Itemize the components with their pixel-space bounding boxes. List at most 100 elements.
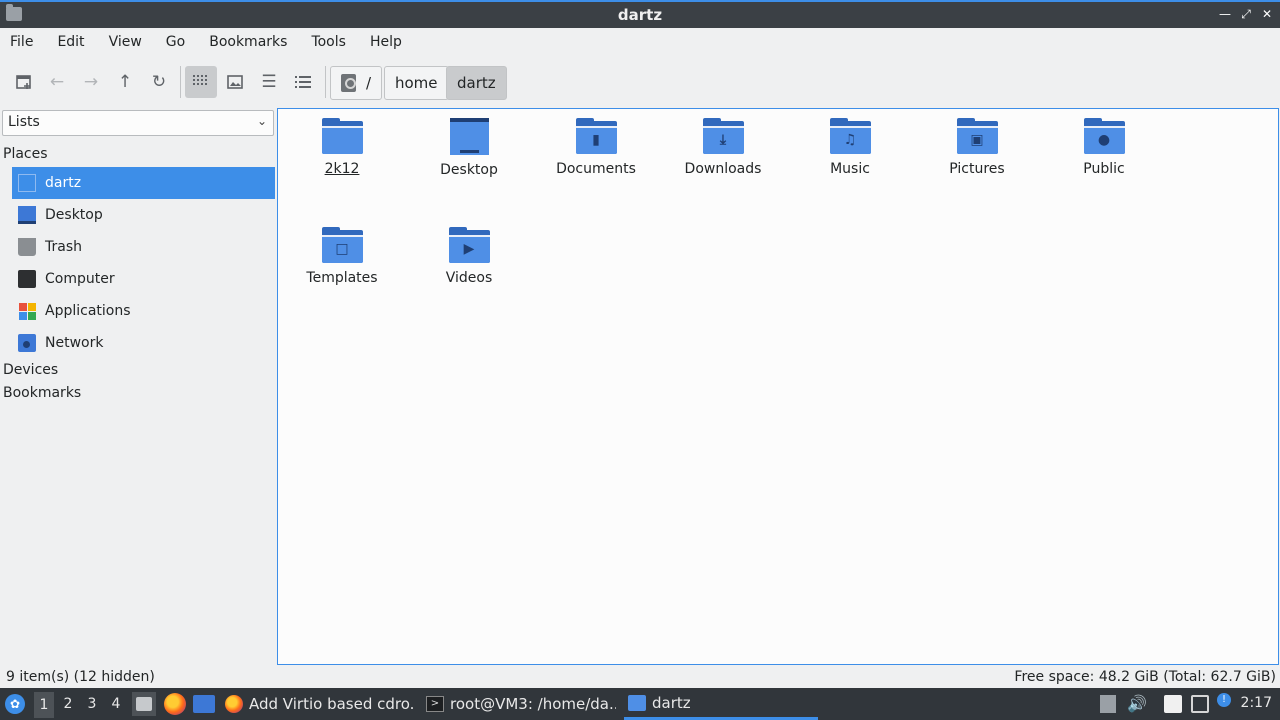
volume-icon[interactable]: 🔊 xyxy=(1127,695,1147,713)
place-item-dartz[interactable]: dartz xyxy=(12,167,275,199)
clock[interactable]: 2:17 xyxy=(1241,695,1272,711)
home-folder-icon xyxy=(18,174,36,192)
thumbnail-view-button[interactable] xyxy=(219,66,251,98)
file-item[interactable]: ● Public xyxy=(1044,109,1164,189)
places-section-header[interactable]: Places xyxy=(3,146,48,162)
show-desktop-button[interactable] xyxy=(132,692,156,716)
downloads-folder-icon: ⤓ xyxy=(702,118,744,154)
terminal-icon: > xyxy=(426,696,444,712)
side-pane: Lists ⌄ Places dartz Desktop Trash Compu… xyxy=(0,108,276,664)
place-item-label: Computer xyxy=(45,271,115,287)
place-item-label: Network xyxy=(45,335,104,351)
applications-icon xyxy=(18,302,36,320)
reload-icon: ↻ xyxy=(151,72,167,92)
new-tab-button[interactable] xyxy=(8,66,40,98)
window-title: dartz xyxy=(617,6,663,24)
file-name: 2k12 xyxy=(324,161,360,177)
toolbar: ← → ↑ ↻ ☰ / home dartz xyxy=(0,60,1280,104)
desktop-switch-2[interactable]: 2 xyxy=(58,696,78,712)
file-view[interactable]: 2k12 Desktop ▮ Documents ⤓ Downloads ♫ M… xyxy=(277,108,1279,665)
file-name: Downloads xyxy=(684,161,762,177)
place-item-label: Desktop xyxy=(45,207,103,223)
firefox-launcher-icon[interactable] xyxy=(164,693,186,715)
file-item[interactable]: ▮ Documents xyxy=(536,109,656,189)
path-segment-label: dartz xyxy=(457,74,496,92)
folder-icon xyxy=(321,118,363,154)
place-item-label: dartz xyxy=(45,175,82,191)
task-firefox[interactable]: Add Virtio based cdro... xyxy=(225,688,415,720)
place-item-applications[interactable]: Applications xyxy=(12,295,275,327)
network-icon xyxy=(18,334,36,352)
menu-view[interactable]: View xyxy=(109,34,142,50)
desktop-switch-4[interactable]: 4 xyxy=(106,696,126,712)
menu-edit[interactable]: Edit xyxy=(57,34,84,50)
notification-icon[interactable]: ! xyxy=(1217,693,1231,707)
start-menu-button[interactable]: ✿ xyxy=(5,694,25,714)
file-item[interactable]: Desktop xyxy=(409,109,529,189)
image-icon xyxy=(227,75,243,89)
task-terminal[interactable]: > root@VM3: /home/da... xyxy=(426,688,616,720)
place-item-computer[interactable]: Computer xyxy=(12,263,275,295)
minimize-icon[interactable]: — xyxy=(1216,5,1234,23)
menu-file[interactable]: File xyxy=(10,34,33,50)
templates-folder-icon: □ xyxy=(321,227,363,263)
folder-icon xyxy=(628,694,646,711)
desktop-switch-3[interactable]: 3 xyxy=(82,696,102,712)
place-item-network[interactable]: Network xyxy=(12,327,275,359)
menu-go[interactable]: Go xyxy=(166,34,185,50)
menu-bookmarks[interactable]: Bookmarks xyxy=(209,34,287,50)
side-pane-mode-select[interactable]: Lists ⌄ xyxy=(2,110,274,136)
file-item[interactable]: ▶ Videos xyxy=(409,218,529,298)
menu-help[interactable]: Help xyxy=(370,34,402,50)
restore-icon[interactable]: ⤢ xyxy=(1237,5,1255,23)
compact-list-icon: ☰ xyxy=(261,72,277,92)
status-bar: 9 item(s) (12 hidden) Free space: 48.2 G… xyxy=(0,666,1280,688)
arrow-right-icon: → xyxy=(83,72,99,92)
firefox-icon xyxy=(225,695,243,713)
bookmarks-section-header[interactable]: Bookmarks xyxy=(3,385,81,401)
file-item[interactable]: ♫ Music xyxy=(790,109,910,189)
item-count: 9 item(s) (12 hidden) xyxy=(6,669,155,685)
back-button[interactable]: ← xyxy=(41,66,73,98)
path-segment-home[interactable]: home xyxy=(384,66,449,100)
place-item-label: Trash xyxy=(45,239,82,255)
network-tray-icon[interactable] xyxy=(1191,695,1209,713)
close-icon[interactable]: ✕ xyxy=(1258,5,1276,23)
desktop-icon xyxy=(18,206,36,224)
pictures-folder-icon: ▣ xyxy=(956,118,998,154)
reload-button[interactable]: ↻ xyxy=(143,66,175,98)
path-root-button[interactable]: / xyxy=(330,66,382,100)
file-name: Public xyxy=(1083,161,1125,177)
detail-list-icon xyxy=(295,76,311,88)
documents-folder-icon: ▮ xyxy=(575,118,617,154)
place-item-desktop[interactable]: Desktop xyxy=(12,199,275,231)
icon-view-button[interactable] xyxy=(185,66,217,98)
clipboard-icon[interactable] xyxy=(1164,695,1182,713)
compact-view-button[interactable]: ☰ xyxy=(253,66,285,98)
computer-icon xyxy=(18,270,36,288)
file-name: Pictures xyxy=(949,161,1005,177)
path-segment-dartz[interactable]: dartz xyxy=(446,66,507,100)
menu-bar: File Edit View Go Bookmarks Tools Help xyxy=(0,28,1280,56)
task-file-manager[interactable]: dartz xyxy=(624,688,818,720)
task-label: dartz xyxy=(652,693,691,712)
file-item[interactable]: ▣ Pictures xyxy=(917,109,1037,189)
file-item[interactable]: 2k12 xyxy=(282,109,402,189)
trash-icon xyxy=(18,238,36,256)
file-manager-launcher-icon[interactable] xyxy=(193,695,215,713)
place-item-trash[interactable]: Trash xyxy=(12,231,275,263)
chevron-down-icon: ⌄ xyxy=(256,114,267,128)
file-name: Videos xyxy=(445,270,493,286)
up-button[interactable]: ↑ xyxy=(109,66,141,98)
forward-button[interactable]: → xyxy=(75,66,107,98)
file-item[interactable]: ⤓ Downloads xyxy=(663,109,783,189)
file-item[interactable]: □ Templates xyxy=(282,218,402,298)
tray-arrow-icon[interactable] xyxy=(1100,695,1116,713)
desktop-switch-1[interactable]: 1 xyxy=(34,692,54,718)
detailed-view-button[interactable] xyxy=(287,66,319,98)
toolbar-separator xyxy=(180,66,181,98)
devices-section-header[interactable]: Devices xyxy=(3,362,58,378)
task-label: Add Virtio based cdro... xyxy=(249,695,415,713)
side-pane-mode-value: Lists xyxy=(8,114,40,130)
menu-tools[interactable]: Tools xyxy=(311,34,346,50)
